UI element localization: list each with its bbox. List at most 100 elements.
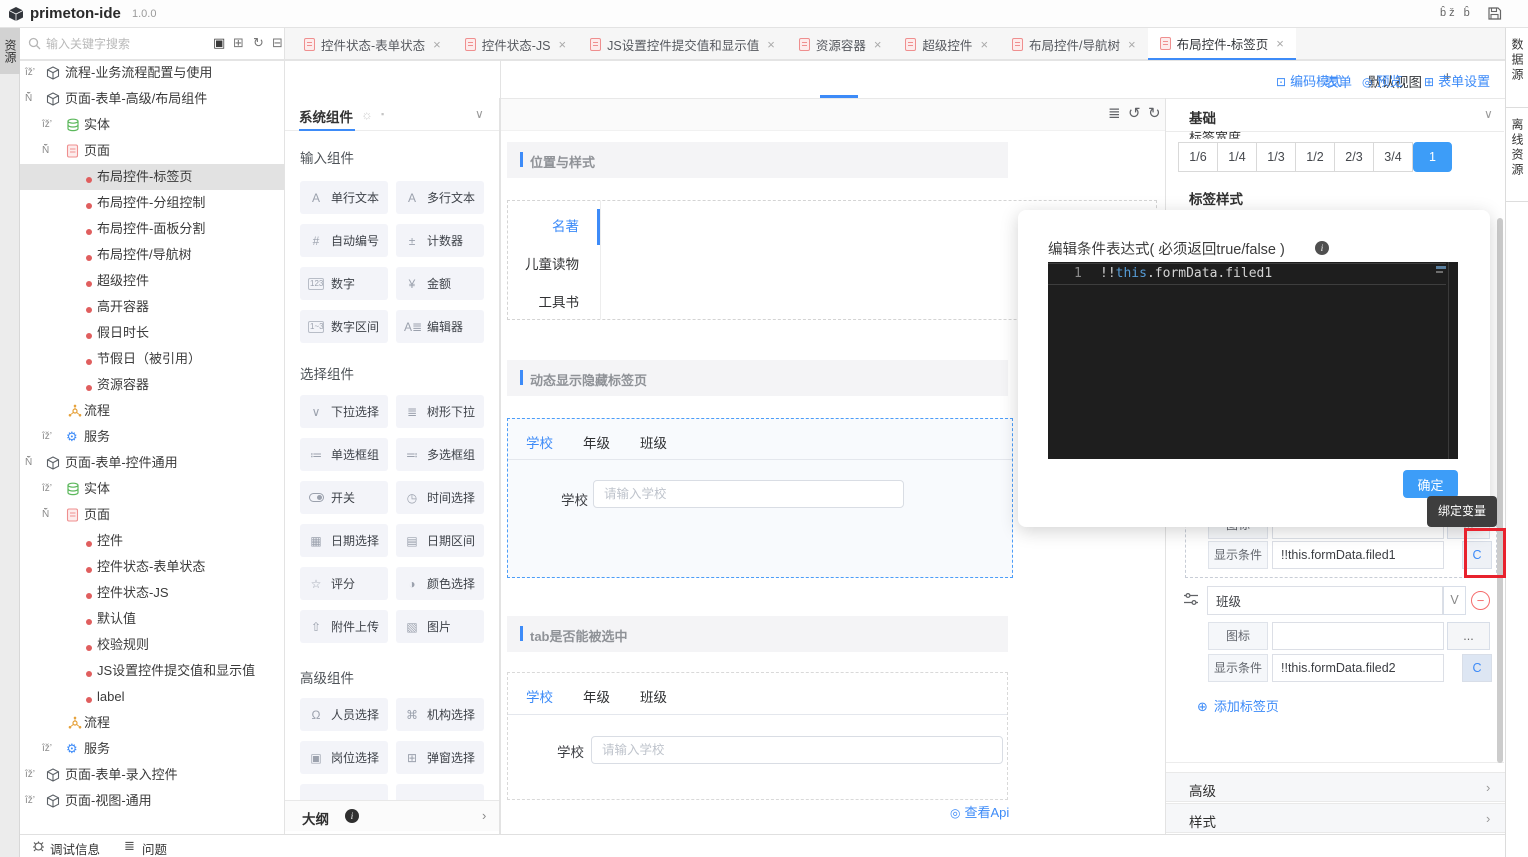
fraction-button-1/3[interactable]: 1/3: [1256, 142, 1296, 172]
refresh-icon[interactable]: ↻: [253, 36, 264, 50]
palette-item-时间选择[interactable]: ◷时间选择: [396, 481, 484, 514]
palette-item-编辑器[interactable]: A≣编辑器: [396, 310, 484, 343]
outline-structure-icon[interactable]: ≣: [1108, 106, 1121, 122]
new-folder-icon[interactable]: ⊞: [233, 36, 244, 50]
book-tab-儿童读物[interactable]: 儿童读物: [508, 253, 579, 273]
editor-tab[interactable]: 布局控件/导航树×: [1000, 28, 1148, 60]
form-settings-link[interactable]: ⊞表单设置: [1424, 71, 1490, 90]
palette-item-单行文本[interactable]: A单行文本: [300, 181, 388, 214]
tree-item[interactable]: label: [20, 684, 285, 710]
condition1-input[interactable]: [1272, 541, 1444, 569]
palette-item-单选框组[interactable]: ≔单选框组: [300, 438, 388, 471]
save-icon[interactable]: [1487, 6, 1502, 24]
editor-tab[interactable]: 控件状态-JS×: [453, 28, 578, 60]
school-input[interactable]: [593, 480, 904, 508]
fraction-button-1[interactable]: 1: [1413, 142, 1452, 172]
close-icon[interactable]: ×: [767, 37, 775, 52]
tree-item[interactable]: 资源容器: [20, 372, 285, 398]
tree-toggle-icon[interactable]: îž’: [25, 788, 35, 814]
editor-tab[interactable]: 超级控件×: [893, 28, 1000, 60]
fraction-button-1/2[interactable]: 1/2: [1295, 142, 1335, 172]
palette-item-多选框组[interactable]: ≕多选框组: [396, 438, 484, 471]
style-section-header[interactable]: 样式 ›: [1166, 803, 1505, 833]
fraction-button-1/6[interactable]: 1/6: [1178, 142, 1218, 172]
condition2-code-button[interactable]: C: [1462, 654, 1492, 682]
palette-item-数字[interactable]: 123数字: [300, 267, 388, 300]
tree-toggle-icon[interactable]: Ñ̌: [25, 86, 32, 112]
advanced-section-header[interactable]: 高级 ›: [1166, 772, 1505, 802]
tree-item[interactable]: 控件状态-JS: [20, 580, 285, 606]
tree-item[interactable]: Ñ̌页面: [20, 138, 285, 164]
palette-item-评分[interactable]: ☆评分: [300, 567, 388, 600]
tree-item[interactable]: 布局控件-面板分割: [20, 216, 285, 242]
tree-toggle-icon[interactable]: Ñ̌: [42, 502, 49, 528]
palette-tab-system-components[interactable]: 系统组件: [299, 106, 353, 126]
palette-item-弹窗选择[interactable]: ⊞弹窗选择: [396, 741, 484, 774]
icon-input[interactable]: [1272, 622, 1444, 650]
close-icon[interactable]: ×: [1128, 37, 1136, 52]
rail-tab-offline-resources[interactable]: 离线资源: [1506, 108, 1528, 202]
drag-handle-icon[interactable]: [1183, 592, 1199, 609]
close-icon[interactable]: ×: [980, 37, 988, 52]
school-input[interactable]: [591, 736, 1003, 764]
tree-item[interactable]: îž’流程-业务流程配置与使用: [20, 60, 285, 86]
tree-item[interactable]: 流程: [20, 710, 285, 736]
close-icon[interactable]: ×: [559, 37, 567, 52]
rail-tab-data-source[interactable]: 数据源: [1506, 28, 1528, 108]
undo-icon[interactable]: ↺: [1128, 106, 1141, 122]
tree-item[interactable]: 控件: [20, 528, 285, 554]
editor-tab[interactable]: 资源容器×: [787, 28, 894, 60]
palette-item-数字区间[interactable]: 1~3数字区间: [300, 310, 388, 343]
tree-item[interactable]: 校验规则: [20, 632, 285, 658]
close-icon[interactable]: ×: [433, 37, 441, 52]
info-icon[interactable]: i: [1315, 241, 1329, 255]
chevron-down-icon[interactable]: ∨: [475, 107, 484, 121]
tree-item[interactable]: Ñ̌页面: [20, 502, 285, 528]
tree-item[interactable]: 流程: [20, 398, 285, 424]
palette-item-人员选择[interactable]: Ω人员选择: [300, 698, 388, 731]
palette-item-岗位选择[interactable]: ▣岗位选择: [300, 741, 388, 774]
school-tab-班级[interactable]: 班级: [640, 432, 667, 452]
palette-item-颜色选择[interactable]: ◑颜色选择: [396, 567, 484, 600]
tree-item[interactable]: îž’⚙服务: [20, 736, 285, 762]
school-tab-学校[interactable]: 学校: [526, 686, 553, 706]
remove-tab-button[interactable]: −: [1471, 591, 1490, 610]
inspector-scrollbar[interactable]: [1497, 218, 1503, 763]
editor-tab[interactable]: 布局控件-标签页×: [1148, 28, 1296, 60]
palette-item-树形下拉[interactable]: ≣树形下拉: [396, 395, 484, 428]
palette-item-自动编号[interactable]: #自动编号: [300, 224, 388, 257]
search-input[interactable]: [46, 34, 196, 54]
redo-icon[interactable]: ↻: [1148, 106, 1161, 122]
tab-name-input[interactable]: [1207, 586, 1443, 615]
tabs-widget[interactable]: 学校年级班级 学校: [507, 672, 1008, 800]
tree-toggle-icon[interactable]: îž’: [25, 60, 35, 86]
tree-item[interactable]: 默认值: [20, 606, 285, 632]
tree-item[interactable]: 假日时长: [20, 320, 285, 346]
rail-tab-resources[interactable]: 资源: [0, 28, 20, 74]
close-icon[interactable]: ×: [874, 37, 882, 52]
tree-item[interactable]: 布局控件-分组控制: [20, 190, 285, 216]
tree-toggle-icon[interactable]: Ñ̌: [42, 138, 49, 164]
editor-tab[interactable]: 控件状态-表单状态×: [292, 28, 453, 60]
preview-link[interactable]: ◎预览: [1362, 71, 1403, 90]
fraction-button-1/4[interactable]: 1/4: [1217, 142, 1257, 172]
fraction-button-2/3[interactable]: 2/3: [1334, 142, 1374, 172]
book-tab-名著[interactable]: 名著: [508, 215, 579, 235]
inspector-basic-header[interactable]: 基础 ∨: [1166, 98, 1504, 132]
school-tab-年级[interactable]: 年级: [583, 432, 610, 452]
tree-item[interactable]: 节假日（被引用）: [20, 346, 285, 372]
tree-item[interactable]: Ñ̌页面-表单-控件通用: [20, 450, 285, 476]
tree-item[interactable]: îž’⚙服务: [20, 424, 285, 450]
school-tab-年级[interactable]: 年级: [583, 686, 610, 706]
tree-item[interactable]: 布局控件-标签页: [20, 164, 285, 190]
fraction-button-3/4[interactable]: 3/4: [1373, 142, 1413, 172]
tree-item[interactable]: îž’页面-视图-通用: [20, 788, 285, 814]
palette-item-计数器[interactable]: ±计数器: [396, 224, 484, 257]
tree-item[interactable]: 超级控件: [20, 268, 285, 294]
palette-item-金额[interactable]: ¥金额: [396, 267, 484, 300]
tree-item[interactable]: îž’页面-表单-录入控件: [20, 762, 285, 788]
tree-toggle-icon[interactable]: îž’: [42, 424, 52, 450]
tree-toggle-icon[interactable]: Ñ̌: [25, 450, 32, 476]
view-api-link[interactable]: ◎查看Api: [950, 802, 1009, 821]
code-editor[interactable]: 1 !!this.formData.filed1: [1048, 262, 1458, 459]
